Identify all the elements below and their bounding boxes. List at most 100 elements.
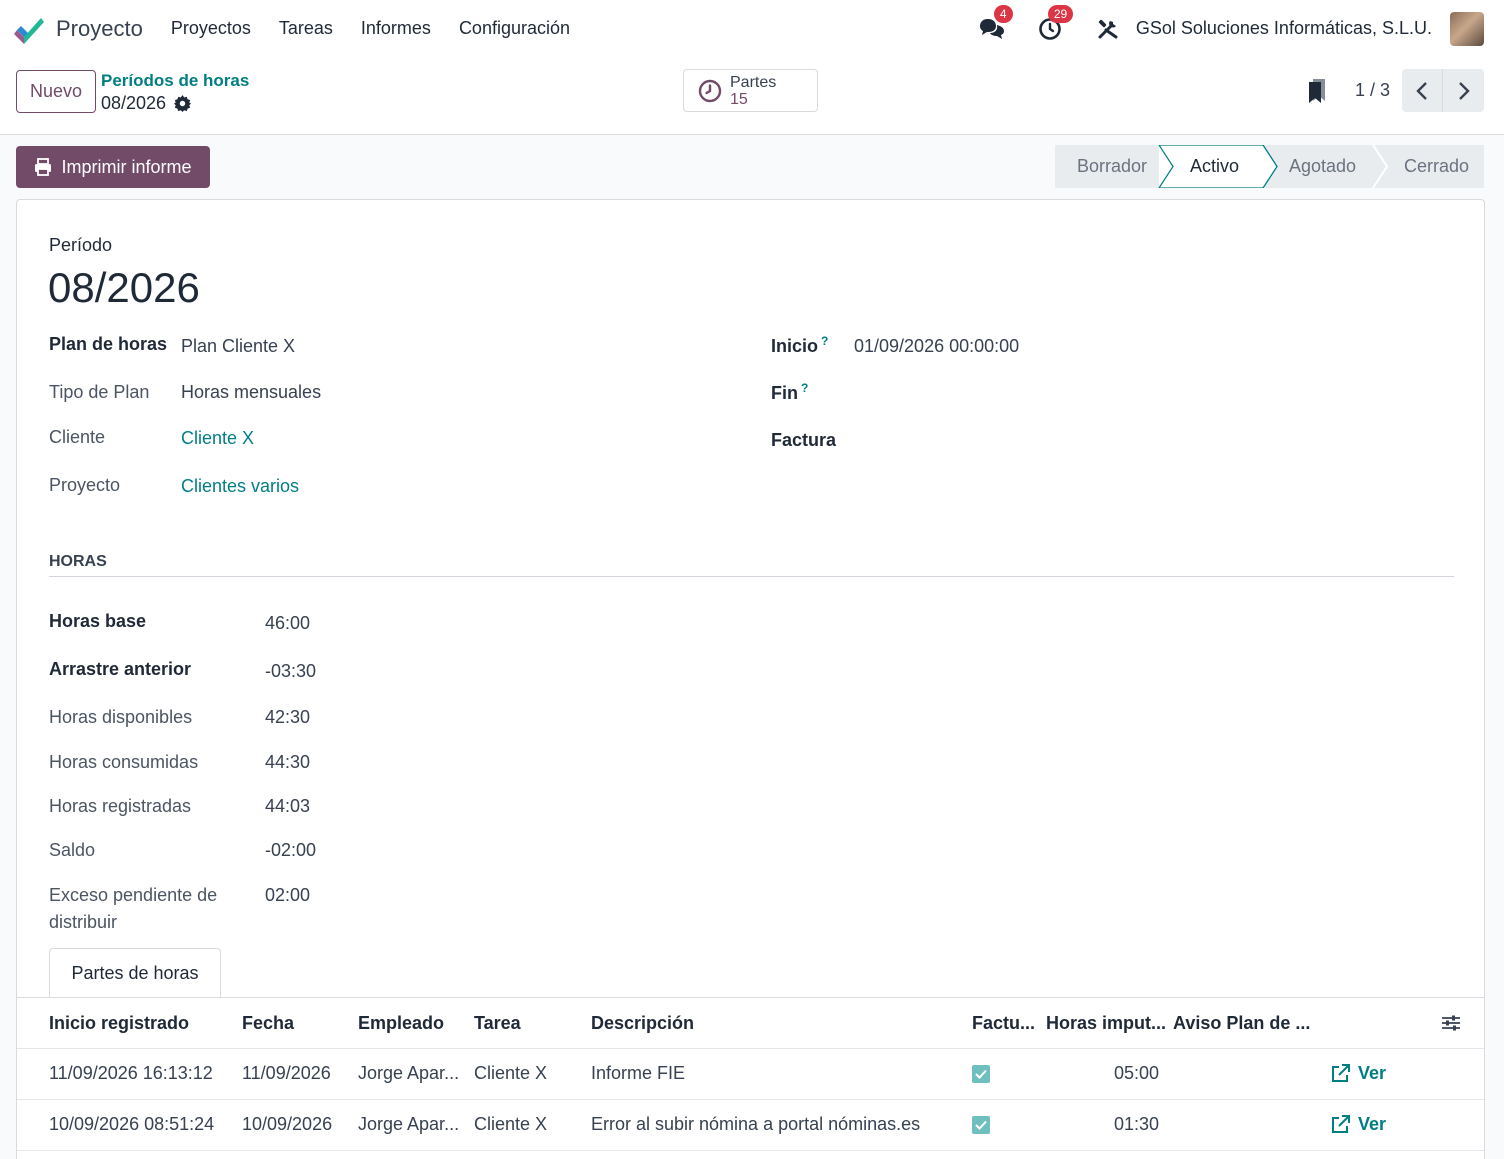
view-timesheet-button[interactable]: Ver	[1331, 1114, 1386, 1135]
chevron-right-icon	[1458, 81, 1470, 100]
cell-tarea[interactable]: Cliente X	[474, 1114, 547, 1135]
pager-value[interactable]: 1 / 3	[1355, 80, 1390, 101]
proyecto-link[interactable]: Clientes varios	[181, 476, 299, 497]
fin-label: Fin?	[771, 381, 808, 404]
record-title[interactable]: 08/2026	[48, 264, 200, 312]
cell-horas[interactable]: 05:00	[1114, 1063, 1159, 1084]
column-header-inicio[interactable]: Inicio registrado	[49, 1013, 189, 1034]
activities-button[interactable]: 29	[1036, 4, 1074, 43]
bookmark-icon[interactable]	[1307, 78, 1327, 103]
menu-item-proyectos[interactable]: Proyectos	[157, 18, 265, 39]
cell-descripcion[interactable]: Error al subir nómina a portal nóminas.e…	[591, 1114, 920, 1135]
cell-horas[interactable]: 01:30	[1114, 1114, 1159, 1135]
cell-fecha[interactable]: 11/09/2026	[242, 1063, 331, 1084]
row-divider	[17, 1048, 1484, 1049]
status-bar: Borrador Activo Agotado Cerrado	[1055, 145, 1484, 188]
column-header-tarea[interactable]: Tarea	[474, 1013, 521, 1034]
section-divider	[49, 576, 1454, 577]
messages-button[interactable]: 4	[978, 4, 1013, 43]
print-report-label: Imprimir informe	[61, 156, 192, 177]
timesheets-smart-button[interactable]: Partes 15	[683, 69, 818, 112]
company-switcher[interactable]: GSol Soluciones Informáticas, S.L.U.	[1136, 18, 1432, 39]
top-navbar: Proyecto Proyectos Tareas Informes Confi…	[0, 0, 1504, 57]
stage-label: Borrador	[1077, 156, 1148, 176]
inicio-label-text: Inicio	[771, 336, 819, 356]
cell-empleado[interactable]: Jorge Apar...	[358, 1063, 459, 1084]
external-link-icon	[1331, 1064, 1350, 1083]
disponibles-label: Horas disponibles	[49, 707, 193, 727]
consumidas-label: Horas consumidas	[49, 752, 199, 772]
app-brand[interactable]: Proyecto	[14, 14, 143, 44]
cell-fecha[interactable]: 10/09/2026	[242, 1114, 332, 1135]
print-report-button[interactable]: Imprimir informe	[16, 146, 210, 188]
tab-label: Partes de horas	[71, 963, 199, 983]
stage-borrador[interactable]: Borrador	[1055, 145, 1159, 188]
plan-field[interactable]: Plan Cliente X	[181, 336, 295, 357]
stage-label: Agotado	[1289, 156, 1357, 176]
arrastre-value[interactable]: -03:30	[265, 661, 316, 682]
smart-button-text: Partes 15	[730, 74, 776, 108]
pager-buttons	[1402, 69, 1484, 112]
pager: 1 / 3	[1307, 69, 1484, 112]
menu-item-configuracion[interactable]: Configuración	[445, 18, 584, 39]
registradas-value: 44:03	[265, 796, 311, 816]
fin-label-text: Fin	[771, 383, 798, 403]
smart-button-count: 15	[730, 90, 748, 108]
cell-tarea[interactable]: Cliente X	[474, 1063, 547, 1084]
saldo-label: Saldo	[49, 840, 96, 860]
tipo-plan-value: Horas mensuales	[181, 382, 322, 402]
new-button[interactable]: Nuevo	[16, 70, 96, 113]
debug-tools-button[interactable]	[1094, 15, 1122, 43]
view-timesheet-button[interactable]: Ver	[1331, 1063, 1386, 1084]
stage-cerrado[interactable]: Cerrado	[1373, 145, 1484, 188]
user-avatar[interactable]	[1450, 11, 1484, 46]
facturable-checkbox[interactable]	[972, 1065, 990, 1083]
menu-item-tareas[interactable]: Tareas	[265, 18, 347, 39]
check-icon	[975, 1120, 987, 1130]
app-logo-icon	[14, 17, 44, 44]
stage-label: Cerrado	[1404, 156, 1470, 176]
help-tooltip-icon[interactable]: ?	[801, 381, 808, 395]
cliente-label: Cliente	[49, 427, 106, 447]
tipo-plan-label: Tipo de Plan	[49, 382, 150, 402]
cell-inicio[interactable]: 11/09/2026 16:13:12	[49, 1063, 213, 1084]
stage-activo[interactable]: Activo	[1159, 145, 1263, 188]
cell-inicio[interactable]: 10/09/2026 08:51:24	[49, 1114, 214, 1135]
tab-partes-de-horas[interactable]: Partes de horas	[49, 948, 221, 998]
column-header-aviso-plan[interactable]: Aviso Plan de ...	[1173, 1013, 1310, 1034]
pager-previous-button[interactable]	[1402, 69, 1443, 112]
breadcrumb: Períodos de horas 08/2026	[101, 71, 249, 114]
column-header-empleado[interactable]: Empleado	[358, 1013, 444, 1034]
pager-next-button[interactable]	[1443, 69, 1484, 112]
facturable-checkbox[interactable]	[972, 1116, 990, 1134]
factura-label: Factura	[771, 430, 837, 450]
horas-base-value[interactable]: 46:00	[265, 613, 310, 634]
breadcrumb-current: 08/2026	[101, 93, 249, 114]
column-header-horas-imputadas[interactable]: Horas imput...	[1046, 1013, 1166, 1034]
breadcrumb-parent-link[interactable]: Períodos de horas	[101, 71, 249, 91]
stage-agotado[interactable]: Agotado	[1263, 145, 1373, 188]
column-header-descripcion[interactable]: Descripción	[591, 1013, 694, 1034]
gear-icon[interactable]	[174, 95, 192, 112]
column-header-fecha[interactable]: Fecha	[242, 1013, 294, 1034]
column-header-facturable[interactable]: Factu...	[972, 1013, 1035, 1034]
tab-divider	[17, 997, 1484, 998]
inicio-value: 01/09/2026 00:00:00	[854, 336, 1020, 356]
cell-empleado[interactable]: Jorge Apar...	[358, 1114, 459, 1135]
cliente-link[interactable]: Cliente X	[181, 428, 254, 449]
systray: 4 29 GSol Soluciones Informáticas, S.L.U…	[978, 0, 1484, 57]
horas-base-label: Horas base	[49, 611, 147, 631]
disponibles-value: 42:30	[265, 707, 311, 727]
breadcrumb-current-label: 08/2026	[101, 93, 167, 113]
saldo-value: -02:00	[265, 840, 317, 860]
menu-item-informes[interactable]: Informes	[347, 18, 445, 39]
settings-sliders-icon[interactable]	[1441, 1013, 1461, 1033]
cell-descripcion[interactable]: Informe FIE	[591, 1063, 685, 1084]
clock-icon	[698, 79, 722, 102]
exceso-value: 02:00	[265, 885, 311, 905]
plan-label: Plan de horas	[49, 334, 168, 354]
help-tooltip-icon[interactable]: ?	[821, 334, 828, 348]
consumidas-value: 44:30	[265, 752, 311, 772]
exceso-label-line2: distribuir	[49, 912, 118, 932]
tools-icon	[1098, 19, 1118, 38]
